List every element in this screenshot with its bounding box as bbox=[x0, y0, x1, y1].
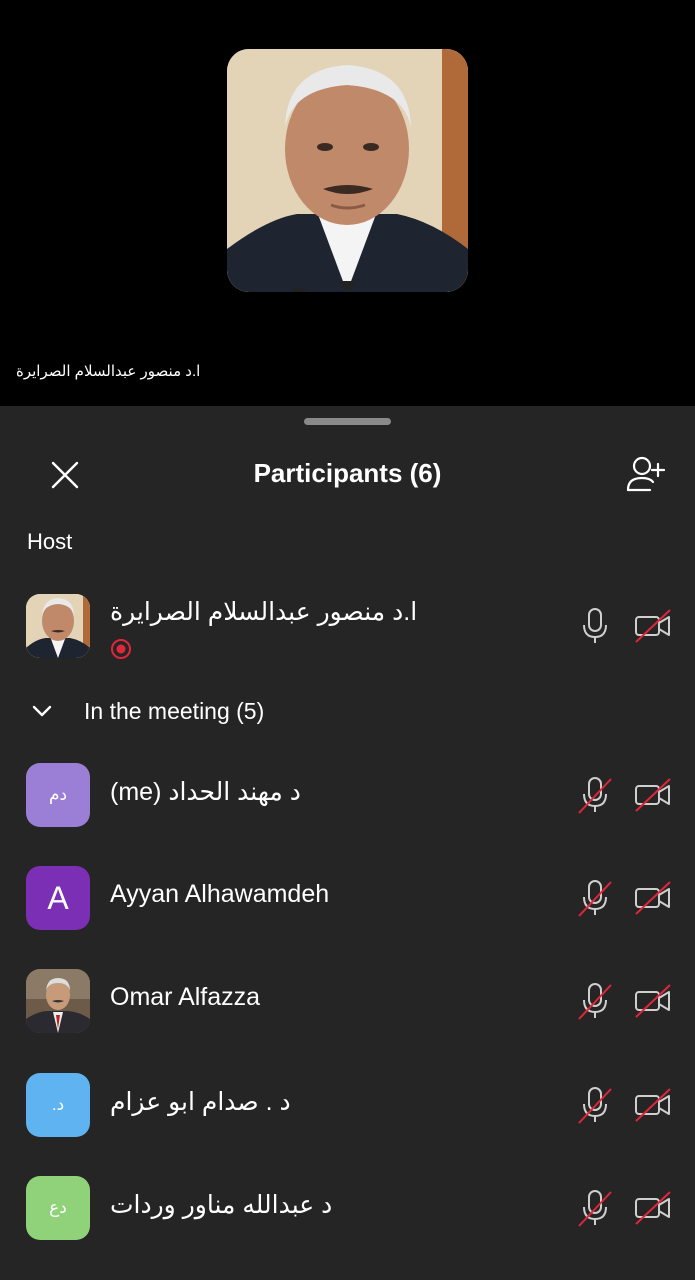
avatar bbox=[26, 969, 90, 1033]
chevron-down-icon bbox=[32, 705, 52, 717]
participant-row[interactable]: د. د . صدام ابو عزام bbox=[0, 1073, 695, 1153]
avatar-initials: دم bbox=[48, 785, 68, 804]
avatar-initials: دع bbox=[49, 1198, 67, 1217]
mic-on-icon bbox=[583, 608, 607, 643]
avatar-initials: د. bbox=[51, 1095, 65, 1114]
avatar: دم bbox=[26, 763, 90, 827]
mic-off-icon bbox=[578, 1190, 612, 1227]
active-speaker-name: ا.د منصور عبدالسلام الصرايرة bbox=[16, 363, 201, 380]
participant-name: ا.د منصور عبدالسلام الصرايرة bbox=[110, 598, 418, 626]
camera-off-icon bbox=[635, 609, 671, 643]
avatar: د. bbox=[26, 1073, 90, 1137]
recording-icon bbox=[110, 638, 132, 660]
mic-off-icon bbox=[578, 880, 612, 917]
host-section-label: Host bbox=[27, 529, 73, 554]
participants-sheet: Participants (6) Host ا.د منصور عبدالسلا… bbox=[0, 406, 695, 1280]
camera-off-icon bbox=[635, 1088, 671, 1122]
mic-off-icon bbox=[578, 1087, 612, 1124]
mic-off-icon bbox=[578, 983, 612, 1020]
camera-off-icon bbox=[635, 1191, 671, 1225]
participant-name: Ayyan Alhawamdeh bbox=[110, 880, 330, 908]
active-speaker-photo bbox=[227, 49, 468, 292]
participant-name: د . صدام ابو عزام bbox=[110, 1088, 291, 1116]
avatar: دع bbox=[26, 1176, 90, 1240]
mic-off-icon bbox=[578, 777, 612, 814]
panel-title: Participants (6) bbox=[253, 458, 442, 488]
participant-name: د عبدالله مناور وردات bbox=[110, 1191, 333, 1219]
avatar bbox=[26, 594, 90, 658]
camera-button[interactable] bbox=[634, 983, 672, 1019]
group-label: In the meeting (5) bbox=[84, 697, 265, 724]
camera-off-icon bbox=[635, 984, 671, 1018]
sheet-drag-handle[interactable] bbox=[304, 418, 391, 425]
add-person-icon bbox=[626, 456, 666, 492]
participant-name: Omar Alfazza bbox=[110, 983, 261, 1011]
participant-row[interactable]: Omar Alfazza bbox=[0, 969, 695, 1049]
host-row[interactable]: ا.د منصور عبدالسلام الصرايرة bbox=[0, 594, 695, 674]
camera-off-icon bbox=[635, 881, 671, 915]
mic-button[interactable] bbox=[576, 878, 614, 918]
mic-button[interactable] bbox=[576, 1188, 614, 1228]
participant-name: د مهند الحداد (me) bbox=[110, 778, 301, 806]
camera-button[interactable] bbox=[634, 608, 672, 644]
in-meeting-group-toggle[interactable]: In the meeting (5) bbox=[26, 693, 264, 729]
participant-row[interactable]: دم د مهند الحداد (me) bbox=[0, 763, 695, 843]
camera-button[interactable] bbox=[634, 777, 672, 813]
mic-button[interactable] bbox=[576, 981, 614, 1021]
participant-row[interactable]: A Ayyan Alhawamdeh bbox=[0, 866, 695, 946]
camera-off-icon bbox=[635, 778, 671, 812]
add-participant-button[interactable] bbox=[624, 452, 668, 496]
mic-button[interactable] bbox=[576, 606, 614, 646]
mic-button[interactable] bbox=[576, 775, 614, 815]
mic-button[interactable] bbox=[576, 1085, 614, 1125]
camera-button[interactable] bbox=[634, 880, 672, 916]
camera-button[interactable] bbox=[634, 1087, 672, 1123]
camera-button[interactable] bbox=[634, 1190, 672, 1226]
avatar-initials: A bbox=[47, 879, 69, 916]
video-stage: ا.د منصور عبدالسلام الصرايرة bbox=[0, 0, 695, 406]
participant-row[interactable]: دع د عبدالله مناور وردات bbox=[0, 1176, 695, 1256]
avatar: A bbox=[26, 866, 90, 930]
